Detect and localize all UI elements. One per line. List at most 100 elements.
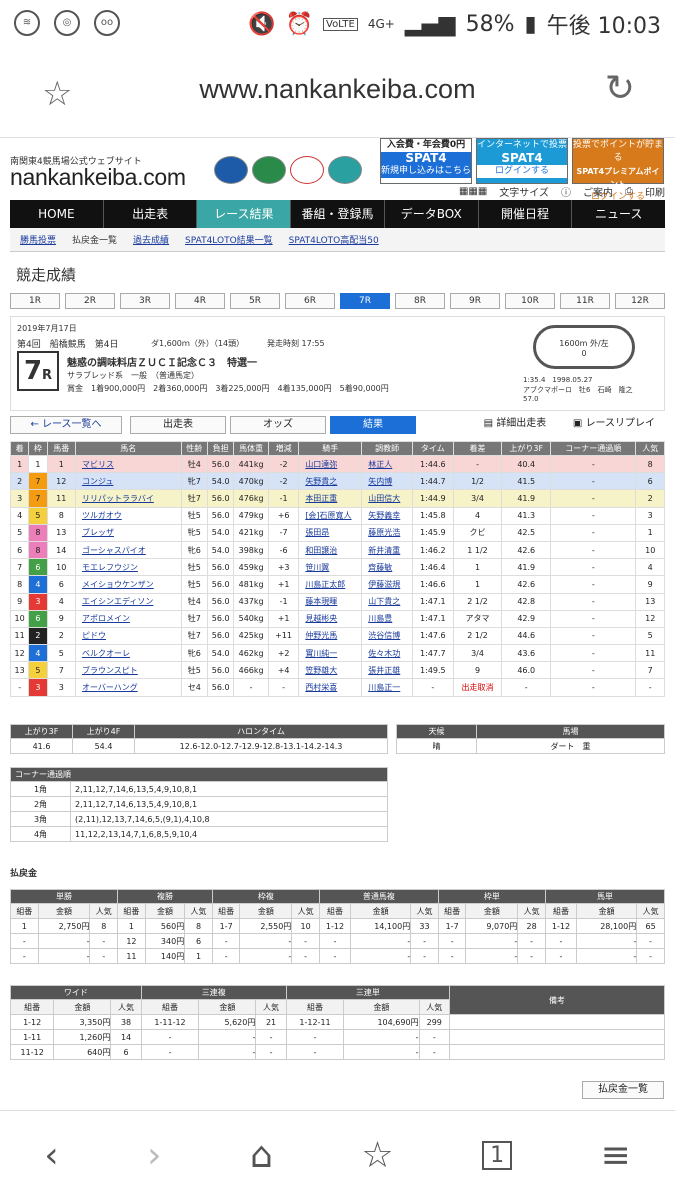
race-tab[interactable]: 11R bbox=[560, 293, 610, 309]
table-cell[interactable]: 藤原光浩 bbox=[361, 523, 414, 542]
font-size-icon[interactable]: ▦▦▦ bbox=[459, 186, 487, 197]
table-cell[interactable]: アポロメイン bbox=[74, 609, 182, 628]
site-logo[interactable]: nankankeiba.com bbox=[10, 164, 186, 191]
race-tab[interactable]: 6R bbox=[285, 293, 335, 309]
table-cell: 38 bbox=[110, 1014, 142, 1030]
entries-button[interactable]: 出走表 bbox=[130, 416, 226, 434]
back-icon[interactable]: ‹ bbox=[44, 1135, 58, 1176]
table-cell[interactable]: 張井正雄 bbox=[361, 661, 414, 680]
nav-databox[interactable]: データBOX bbox=[385, 200, 479, 228]
table-cell[interactable]: ピドウ bbox=[74, 626, 182, 646]
forward-icon[interactable]: › bbox=[147, 1135, 161, 1176]
tabs-icon[interactable]: 1 bbox=[482, 1141, 513, 1170]
table-cell[interactable]: 山田信大 bbox=[361, 489, 414, 508]
subnav-vote[interactable]: 勝馬投票 bbox=[20, 233, 56, 246]
table-cell[interactable]: 藤本現暉 bbox=[298, 592, 363, 611]
reload-icon[interactable]: ↻ bbox=[605, 68, 635, 109]
table-cell[interactable]: 見越彬央 bbox=[298, 609, 363, 628]
payout-list-button[interactable]: 払戻金一覧 bbox=[582, 1081, 664, 1099]
ad-spat4-premium[interactable]: 投票でポイントが貯まる SPAT4プレミアムポイント ログインする bbox=[572, 138, 664, 204]
nav-home[interactable]: HOME bbox=[10, 200, 104, 228]
column-header: 人気 bbox=[635, 441, 665, 456]
subnav-payout-list[interactable]: 払戻金一覧 bbox=[72, 233, 117, 246]
nav-schedule[interactable]: 開催日程 bbox=[479, 200, 573, 228]
table-cell[interactable]: ブラウンスピト bbox=[74, 661, 182, 680]
table-cell[interactable]: 和田譲治 bbox=[298, 540, 363, 560]
nav-program[interactable]: 番組・登録馬 bbox=[291, 200, 385, 228]
table-cell: 28,100円 bbox=[576, 918, 638, 934]
race-tab[interactable]: 1R bbox=[10, 293, 60, 309]
ad-spat4-join[interactable]: 入会費・年会費0円 SPAT4 新規申し込みはこちら bbox=[380, 138, 472, 184]
table-cell[interactable]: コンジュ bbox=[74, 472, 182, 491]
table-cell[interactable]: 佐々木功 bbox=[361, 644, 414, 663]
table-cell[interactable]: 實川純一 bbox=[298, 644, 363, 663]
ad-spat4-login[interactable]: インターネットで投票 SPAT4 ログインする bbox=[476, 138, 568, 184]
table-cell[interactable]: ゴーシャスパイオ bbox=[74, 540, 182, 560]
table-cell[interactable]: 齊藤敏 bbox=[361, 558, 414, 577]
table-cell[interactable]: 笹川翼 bbox=[298, 558, 363, 577]
guide-link[interactable]: ご案内 bbox=[583, 184, 613, 199]
table-cell[interactable]: 矢野貴之 bbox=[298, 472, 363, 491]
nav-results[interactable]: レース結果 bbox=[197, 200, 292, 228]
race-tab[interactable]: 2R bbox=[65, 293, 115, 309]
emblem-icon[interactable] bbox=[328, 156, 362, 184]
race-tab[interactable]: 7R bbox=[340, 293, 390, 309]
odds-button[interactable]: オッズ bbox=[230, 416, 326, 434]
table-cell[interactable]: 笠野雄大 bbox=[298, 661, 363, 680]
table-cell[interactable]: ツルガオウ bbox=[74, 506, 182, 525]
table-cell[interactable]: 仲野光馬 bbox=[298, 626, 363, 646]
emblem-icon[interactable] bbox=[290, 156, 324, 184]
table-cell[interactable]: 矢野義幸 bbox=[361, 506, 414, 525]
home-icon[interactable]: ⌂ bbox=[250, 1135, 273, 1176]
table-cell[interactable]: マビリス bbox=[74, 454, 182, 474]
table-cell[interactable]: [会]石原寛人 bbox=[298, 506, 363, 525]
table-cell[interactable]: ブレッザ bbox=[74, 523, 182, 542]
emblem-icon[interactable] bbox=[214, 156, 248, 184]
table-cell[interactable]: 伊藤滋規 bbox=[361, 575, 414, 594]
url-text[interactable]: www.nankankeiba.com bbox=[0, 74, 675, 105]
print-icon[interactable]: ⎙ bbox=[625, 186, 633, 197]
table-cell[interactable]: 矢内博 bbox=[361, 472, 414, 491]
replay-button[interactable]: ▣ レースリプレイ bbox=[566, 416, 662, 434]
race-tab[interactable]: 12R bbox=[615, 293, 665, 309]
table-cell[interactable]: 張田昂 bbox=[298, 523, 363, 542]
subnav-loto-high[interactable]: SPAT4LOTO高配当50 bbox=[289, 233, 379, 246]
table-cell[interactable]: 川島豊 bbox=[361, 609, 414, 628]
print-link[interactable]: 印刷 bbox=[645, 184, 665, 199]
table-cell[interactable]: 川島正太郎 bbox=[298, 575, 363, 594]
subnav-past[interactable]: 過去成績 bbox=[133, 233, 169, 246]
race-tab[interactable]: 8R bbox=[395, 293, 445, 309]
table-cell[interactable]: オーバーハング bbox=[74, 678, 182, 697]
race-tab[interactable]: 5R bbox=[230, 293, 280, 309]
race-list-button[interactable]: ← レース一覧へ bbox=[10, 416, 122, 434]
table-cell[interactable]: リリパットララバイ bbox=[74, 489, 182, 508]
table-cell[interactable]: 川島正一 bbox=[361, 678, 414, 697]
table-cell[interactable]: モエレフウジン bbox=[74, 558, 182, 577]
emblem-icon[interactable] bbox=[252, 156, 286, 184]
race-tab[interactable]: 9R bbox=[450, 293, 500, 309]
table-cell[interactable]: 山下貴之 bbox=[361, 592, 414, 611]
table-cell[interactable]: 本田正重 bbox=[298, 489, 363, 508]
race-tab[interactable]: 4R bbox=[175, 293, 225, 309]
nav-news[interactable]: ニュース bbox=[572, 200, 665, 228]
menu-icon[interactable]: ≡ bbox=[601, 1135, 631, 1176]
table-cell[interactable]: ベルクオーレ bbox=[74, 644, 182, 663]
race-tab[interactable]: 3R bbox=[120, 293, 170, 309]
table-cell[interactable]: 新井清重 bbox=[361, 540, 414, 560]
race-tab[interactable]: 10R bbox=[505, 293, 555, 309]
table-cell: 7 bbox=[9, 558, 30, 577]
table-cell[interactable]: エイシンエディソン bbox=[74, 592, 182, 611]
info-icon[interactable]: ⓘ bbox=[561, 184, 571, 199]
subnav-loto[interactable]: SPAT4LOTO結果一覧 bbox=[185, 233, 273, 246]
table-cell[interactable]: 林正人 bbox=[361, 454, 414, 474]
table-cell[interactable]: 山口達弥 bbox=[298, 454, 363, 474]
detail-entries-button[interactable]: ▤ 詳細出走表 bbox=[468, 416, 562, 434]
nav-entries[interactable]: 出走表 bbox=[104, 200, 198, 228]
table-cell[interactable]: 渋谷信博 bbox=[361, 626, 414, 646]
table-cell[interactable]: メイショウケンザン bbox=[74, 575, 182, 594]
bookmark-icon[interactable]: ☆ bbox=[361, 1135, 393, 1176]
font-size-label[interactable]: 文字サイズ bbox=[499, 184, 549, 199]
results-button[interactable]: 結果 bbox=[330, 416, 416, 434]
table-cell: 牡7 bbox=[180, 626, 208, 646]
table-cell[interactable]: 西村栄喜 bbox=[298, 678, 363, 697]
